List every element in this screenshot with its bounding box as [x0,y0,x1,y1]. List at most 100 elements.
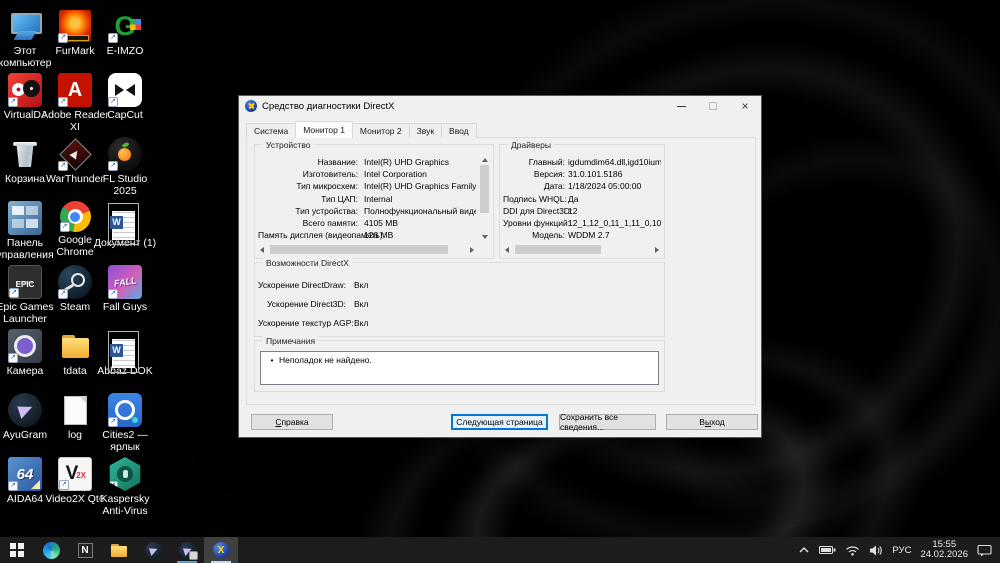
notes-groupbox: Примечания • Неполадок не найдено. [254,336,665,392]
field-label: Изготовитель: [302,169,358,180]
desktop-icon-label: Fall Guys [102,301,148,313]
taskbar-explorer-icon[interactable] [102,537,136,563]
device-horizontal-scrollbar[interactable] [258,244,476,255]
save-all-info-button[interactable]: Сохранить все сведения... [559,412,656,432]
wifi-icon[interactable] [845,545,860,556]
exit-button[interactable]: Выход [666,414,758,430]
desktop-icon[interactable]: tdata [50,326,100,390]
app-icon [144,541,162,559]
battery-icon[interactable] [819,545,836,555]
device-groupbox: Устройство Название: Intel(R) UHD Graphi… [254,140,494,259]
desktop-wallpaper: Этот компьютер VirtualDJ Корзина [0,0,1000,563]
scroll-left-icon[interactable] [260,246,264,253]
scroll-left-icon[interactable] [505,246,509,253]
drivers-groupbox: Драйверы Главный: igdumdim64.dll,igd10iu… [499,140,665,259]
shortcut-arrow-icon [9,288,19,298]
desktop-icon[interactable]: CapCut [100,70,150,134]
field-label: Ускорение DirectDraw: [258,279,347,290]
field-label: Тип микросхем: [296,181,358,192]
maximize-button[interactable] [697,96,729,116]
drivers-horizontal-scrollbar[interactable] [503,244,661,255]
scroll-right-icon[interactable] [470,246,474,253]
desktop-icon[interactable]: Документ (1) [94,198,156,262]
desktop-icon[interactable]: Корзина [0,134,50,198]
drivers-rows: Главный: igdumdim64.dll,igd10iumd64.dll,… [503,156,661,241]
desktop-icon[interactable]: Abbaz DOK [97,326,153,390]
desktop-icon[interactable]: FL Studio 2025 [100,134,150,198]
desktop-icon-art [8,457,42,491]
desktop-icon[interactable]: Kaspersky Anti-Virus [100,454,150,518]
desktop-icon-art [108,265,142,299]
desktop-icon-art [8,329,42,363]
tray-chevron-up-icon[interactable] [798,545,810,555]
scroll-up-icon[interactable] [481,158,488,162]
tab-label: Ввод [449,126,469,136]
desktop-icon-art [58,9,92,43]
drivers-group-title: Драйверы [508,140,554,150]
taskbar-dxdiag-icon[interactable] [204,537,238,563]
desktop-icon[interactable]: Fall Guys [100,262,150,326]
save-all-info-label: Сохранить все сведения... [560,412,618,432]
tab[interactable]: Ввод [441,123,477,138]
desktop-icon[interactable]: Google Chrome [50,198,100,262]
driver-row: Модель: WDDM 2.7 [503,229,661,241]
taskbar-ayugram-running-icon[interactable] [170,537,204,563]
next-page-button[interactable]: Следующая страница [451,414,548,430]
desktop-icon-grid: Этот компьютер VirtualDJ Корзина [0,6,156,518]
desktop-icon[interactable]: Cities2 — ярлык [100,390,150,454]
desktop-icon[interactable]: E-IMZO [100,6,150,70]
desktop-icon[interactable]: AyuGram [0,390,50,454]
minimize-button[interactable] [665,96,697,116]
field-label: Тип устройства: [295,205,358,216]
field-value: 31.0.101.5186 [568,169,623,180]
notes-box[interactable]: • Неполадок не найдено. [260,351,659,385]
clock[interactable]: 15:55 24.02.2026 [920,539,968,561]
feature-row: Ускорение текстур AGP: Вкл [258,313,661,332]
device-vertical-scrollbar[interactable] [479,156,490,241]
system-tray: РУС 15:55 24.02.2026 [798,537,1000,563]
desktop-icon-art [108,137,142,171]
title-bar[interactable]: Средство диагностики DirectX × [239,96,761,116]
scrollbar-thumb[interactable] [270,245,448,254]
field-value: Да [568,193,579,204]
desktop-icon-art [108,9,142,43]
desktop-icon[interactable]: Этот компьютер [0,6,51,70]
taskbar-n-app-icon[interactable] [68,537,102,563]
volume-icon[interactable] [869,545,883,556]
desktop-icon-art [8,201,42,235]
desktop-icon[interactable]: Adobe Reader XI [41,70,109,134]
taskbar-ayugram-icon[interactable] [136,537,170,563]
scroll-right-icon[interactable] [655,246,659,253]
tab[interactable]: Монитор 1 [295,121,353,138]
desktop-icon-art [8,265,42,299]
desktop-icon[interactable]: Epic Games Launcher [0,262,54,326]
desktop-icon[interactable]: Камера [0,326,50,390]
driver-row: Уровни функций: 12_1,12_0,11_1,11_0,10_1… [503,217,661,229]
device-rows: Название: Intel(R) UHD Graphics Изготови… [258,156,476,241]
tab[interactable]: Монитор 2 [351,123,410,138]
shortcut-arrow-icon [59,222,70,232]
shortcut-arrow-icon [109,481,118,491]
field-label: Тип ЦАП: [321,193,358,204]
scrollbar-thumb[interactable] [515,245,601,254]
shortcut-arrow-icon [8,481,18,491]
taskbar-edge-icon[interactable] [34,537,68,563]
desktop-icon[interactable]: Steam [50,262,100,326]
close-button[interactable]: × [729,96,761,116]
start-button[interactable] [0,537,34,563]
tab[interactable]: Система [246,123,297,138]
desktop-icon[interactable]: FurMark [50,6,100,70]
feature-row: Ускорение Direct3D: Вкл [258,294,661,313]
desktop-icon-art [8,9,42,43]
dxdiag-app-icon [245,100,257,112]
scrollbar-thumb[interactable] [480,165,489,213]
action-center-icon[interactable] [977,544,992,557]
desktop-icon[interactable]: AIDA64 [0,454,50,518]
scroll-down-icon[interactable] [481,235,488,239]
help-button[interactable]: Справка [251,414,333,430]
desktop-icon-art [59,201,91,232]
language-indicator[interactable]: РУС [892,545,911,556]
field-value: Вкл [354,317,369,328]
desktop-icon-label: Kaspersky Anti-Virus [100,493,150,517]
tab[interactable]: Звук [408,123,443,138]
